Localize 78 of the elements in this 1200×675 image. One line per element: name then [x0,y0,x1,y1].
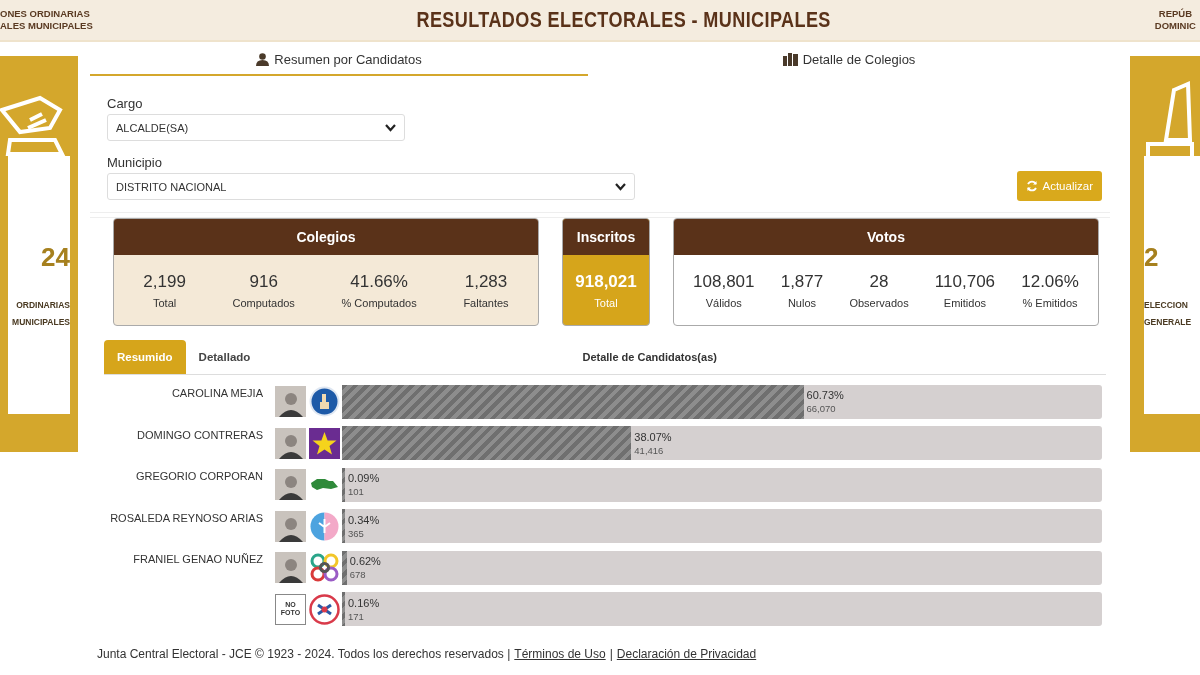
chevron-down-icon [615,182,626,191]
candidate-name: GREGORIO CORPORAN [134,469,263,482]
chevron-down-icon [385,123,396,132]
stat-value: 41.66% [350,271,408,292]
photo-placeholder [275,552,306,584]
stat-label: Total [152,296,177,309]
vote-percent: 0.16% [348,596,380,609]
vote-percent: 0.09% [348,472,380,485]
candidate-name: ROSALEDA REYNOSO ARIAS [109,510,263,524]
stat-label: Válidos [705,296,742,309]
vote-count: 41,416 [634,444,665,456]
vote-count: 365 [348,527,365,539]
copyright-text: Junta Central Electoral - JCE © 1923 - 2024. Todos los derechos reservados | [97,647,511,661]
vote-percent: 0.34% [348,513,380,526]
header-caption: DOMINIC [1154,20,1196,32]
banner-caption: MUNICIPALES [12,316,70,329]
stat-value: 28 [869,271,889,292]
stat-label: Computados [232,296,295,309]
party-emblem-icon [309,593,340,625]
dropdown-field[interactable]: DISTRITO NACIONAL [107,173,635,200]
field-label: Municipio [107,155,163,170]
vote-percent: 60.73% [806,389,844,402]
vote-count: 101 [348,486,365,498]
page-title: RESULTADOS ELECTORALES - MUNICIPALES [416,7,831,33]
vote-percent: 0.62% [349,555,381,568]
field-label: Cargo [107,96,144,111]
stat-value: 1,283 [464,271,508,292]
link-separator: | [609,647,613,661]
banner-caption: ELECCION [1144,299,1188,312]
view-tab[interactable]: Detallado [185,340,264,374]
refresh-icon [1025,180,1038,192]
stat-label: Total [594,296,618,309]
photo-placeholder [275,510,306,542]
stat-label: Observados [849,296,909,309]
stat-label: Emitidos [943,296,987,309]
party-emblem-icon [309,386,340,418]
candidate-name: CAROLINA MEJIA [170,386,263,399]
results-title: Detalle de Candidatos(as) [581,350,718,365]
stat-value: 108,801 [693,271,755,292]
candidate-name: FRANIEL GENAO NUÑEZ [132,552,263,565]
photo-placeholder [275,427,306,459]
card-title: Inscritos [563,219,649,255]
vote-percent: 38.07% [634,430,672,443]
year-logo: 2 [1144,242,1159,273]
stat-label: Nulos [787,296,816,309]
building-icon [782,52,798,66]
candidate-name: DOMINGO CONTRERAS [136,427,263,441]
photo-placeholder [275,386,306,418]
vote-count: 678 [349,569,367,581]
header-caption: REPÚB [1158,8,1193,20]
tab[interactable]: Resumen por Candidatos [90,44,588,76]
photo-placeholder [275,469,306,501]
dropdown-field[interactable]: ALCALDE(SA) [107,114,405,141]
stat-label: % Computados [341,296,417,309]
card-title: Votos [674,219,1098,255]
tab[interactable]: Detalle de Colegios [600,44,1098,76]
stat-value: 2,199 [143,271,186,292]
footer-link[interactable]: Declaración de Privacidad [616,647,757,661]
card-title: Colegios [114,219,538,255]
stat-value: 110,706 [934,271,996,292]
party-emblem-icon [309,552,340,584]
header-caption: ONES ORDINARIAS [0,8,90,20]
stat-value: 916 [249,271,278,292]
stat-value: 1,877 [780,271,824,292]
stat-label: % Emitidos [1022,296,1078,309]
party-emblem-icon [309,510,340,542]
vote-count: 171 [348,610,365,622]
party-emblem-icon [309,427,340,459]
vote-count: 66,070 [806,403,837,415]
header-caption: ALES MUNICIPALES [0,20,93,32]
banner-caption: ORDINARIAS [16,299,70,312]
stat-value: 918,021 [575,271,637,292]
footer-link[interactable]: Términos de Uso [514,647,606,661]
year-logo: 24 [41,242,70,273]
stat-label: Faltantes [463,296,509,309]
stat-value: 12.06% [1021,271,1079,292]
banner-caption: GENERALE [1144,316,1192,329]
person-icon [256,52,270,66]
